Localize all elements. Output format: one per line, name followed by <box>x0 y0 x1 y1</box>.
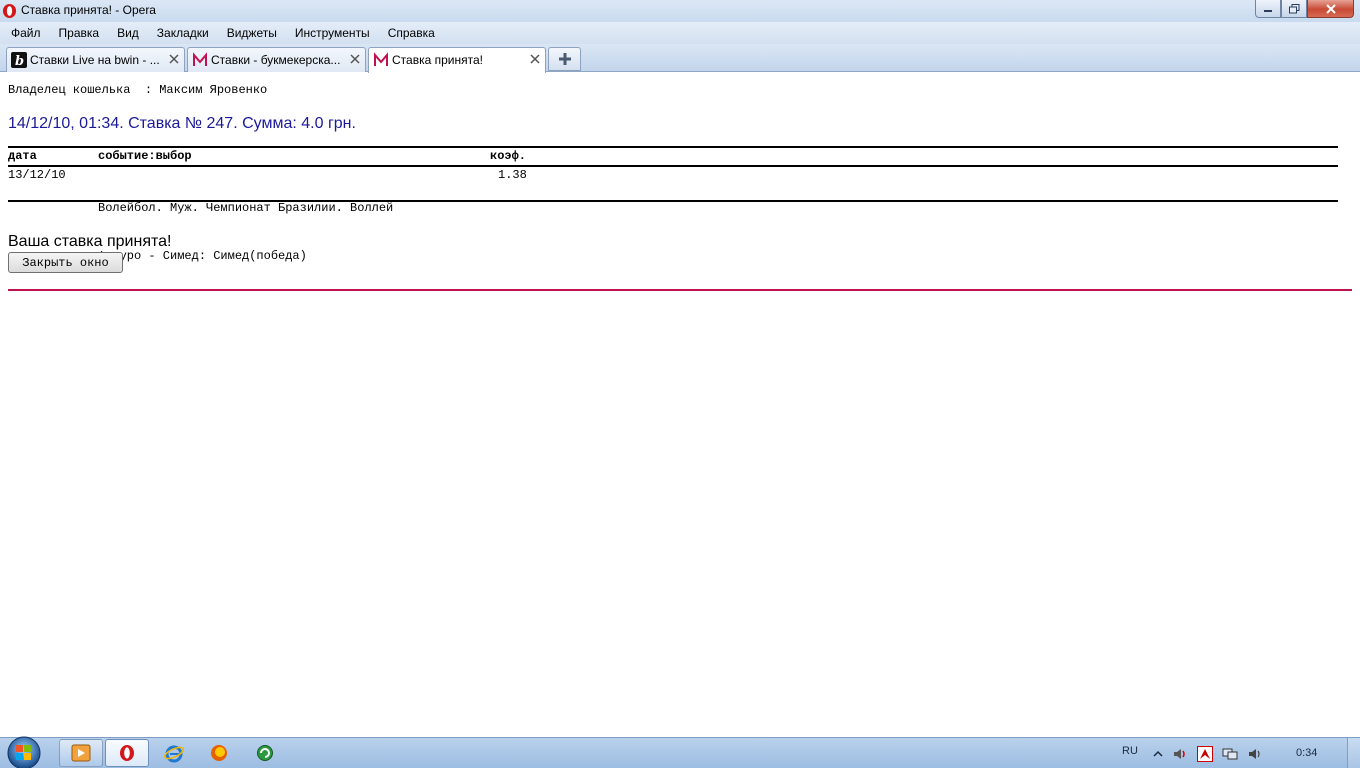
tab-bar: b Ставки Live на bwin - ... Ставки - бук… <box>0 44 1360 73</box>
menu-widgets[interactable]: Виджеты <box>218 22 286 44</box>
taskbar-media-player[interactable] <box>59 739 103 767</box>
maximize-icon <box>1288 3 1299 13</box>
system-clock[interactable]: 0:34 <box>1296 747 1317 759</box>
menu-bookmarks[interactable]: Закладки <box>148 22 218 44</box>
header-odds: коэф. <box>490 149 527 163</box>
close-window-button[interactable] <box>1307 0 1354 18</box>
window-titlebar: Ставка принята! - Opera <box>0 0 1360 22</box>
tab-label: Ставки - букмекерска... <box>211 53 341 67</box>
bet-summary: 14/12/10, 01:34. Ставка № 247. Сумма: 4.… <box>8 115 356 132</box>
tab-label: Ставка принята! <box>392 53 483 67</box>
internet-explorer-icon <box>164 745 184 763</box>
window-title: Ставка принята! - Opera <box>21 3 156 17</box>
show-hidden-icons-icon[interactable] <box>1150 746 1166 762</box>
menu-tools[interactable]: Инструменты <box>286 22 379 44</box>
close-tab-icon[interactable] <box>349 53 361 65</box>
volume-icon[interactable] <box>1172 746 1188 762</box>
taskbar-opera[interactable] <box>105 739 149 767</box>
new-tab-button[interactable] <box>548 47 581 71</box>
menu-view[interactable]: Вид <box>108 22 148 44</box>
menu-bar: Файл Правка Вид Закладки Виджеты Инструм… <box>0 22 1360 44</box>
header-event: событие:выбор <box>98 149 192 163</box>
row-event: Волейбол. Муж. Чемпионат Бразилии. Волле… <box>98 168 393 296</box>
table-header: дата событие:выбор коэф. <box>8 148 1338 165</box>
taskbar-green-app[interactable] <box>243 739 287 767</box>
show-desktop-button[interactable] <box>1347 738 1360 768</box>
taskbar-firefox[interactable] <box>197 739 241 767</box>
network-icon[interactable] <box>1222 746 1238 762</box>
row-odds: 1.38 <box>498 168 527 182</box>
table-row: 13/12/10 Волейбол. Муж. Чемпионат Бразил… <box>8 167 1338 263</box>
windows-start-icon[interactable] <box>4 735 44 768</box>
taskbar-internet-explorer[interactable] <box>152 739 196 767</box>
tab-marathon-bets[interactable]: Ставки - букмекерска... <box>187 47 366 72</box>
accepted-message: Ваша ставка принята! <box>8 233 172 250</box>
menu-help[interactable]: Справка <box>379 22 444 44</box>
opera-logo-icon <box>2 3 17 19</box>
plus-icon <box>558 53 571 65</box>
row-date: 13/12/10 <box>8 168 66 182</box>
close-tab-icon[interactable] <box>168 53 180 65</box>
marathon-logo-icon <box>193 52 207 66</box>
menu-file[interactable]: Файл <box>2 22 50 44</box>
close-window-page-button[interactable]: Закрыть окно <box>8 252 123 273</box>
marathon-logo-icon <box>374 52 388 66</box>
close-tab-icon[interactable] <box>529 53 541 65</box>
antivirus-icon[interactable] <box>1197 746 1213 762</box>
media-player-icon <box>71 744 91 762</box>
language-indicator[interactable]: RU <box>1122 745 1138 757</box>
header-date: дата <box>8 149 37 163</box>
tab-label: Ставки Live на bwin - ... <box>30 53 160 67</box>
page-divider <box>8 289 1352 291</box>
tab-bwin[interactable]: b Ставки Live на bwin - ... <box>6 47 185 72</box>
row-event-line1: Волейбол. Муж. Чемпионат Бразилии. Волле… <box>98 201 394 215</box>
minimize-icon <box>1264 9 1272 12</box>
speaker-icon[interactable] <box>1247 746 1263 762</box>
tab-bet-accepted[interactable]: Ставка принята! <box>368 47 546 73</box>
maximize-button[interactable] <box>1281 0 1307 18</box>
minimize-button[interactable] <box>1255 0 1281 18</box>
opera-icon <box>120 745 134 761</box>
svg-text:b: b <box>15 54 24 68</box>
taskbar: RU 0:34 <box>0 735 1360 768</box>
green-app-icon <box>257 745 273 761</box>
close-icon <box>1325 3 1336 14</box>
bet-table: дата событие:выбор коэф. 13/12/10 Волейб… <box>8 146 1338 263</box>
firefox-icon <box>211 745 227 761</box>
wallet-owner: Владелец кошелька : Максим Яровенко <box>8 83 268 97</box>
page-content: Владелец кошелька : Максим Яровенко 14/1… <box>0 73 1360 737</box>
menu-edit[interactable]: Правка <box>50 22 109 44</box>
bwin-logo-icon: b <box>11 52 27 68</box>
